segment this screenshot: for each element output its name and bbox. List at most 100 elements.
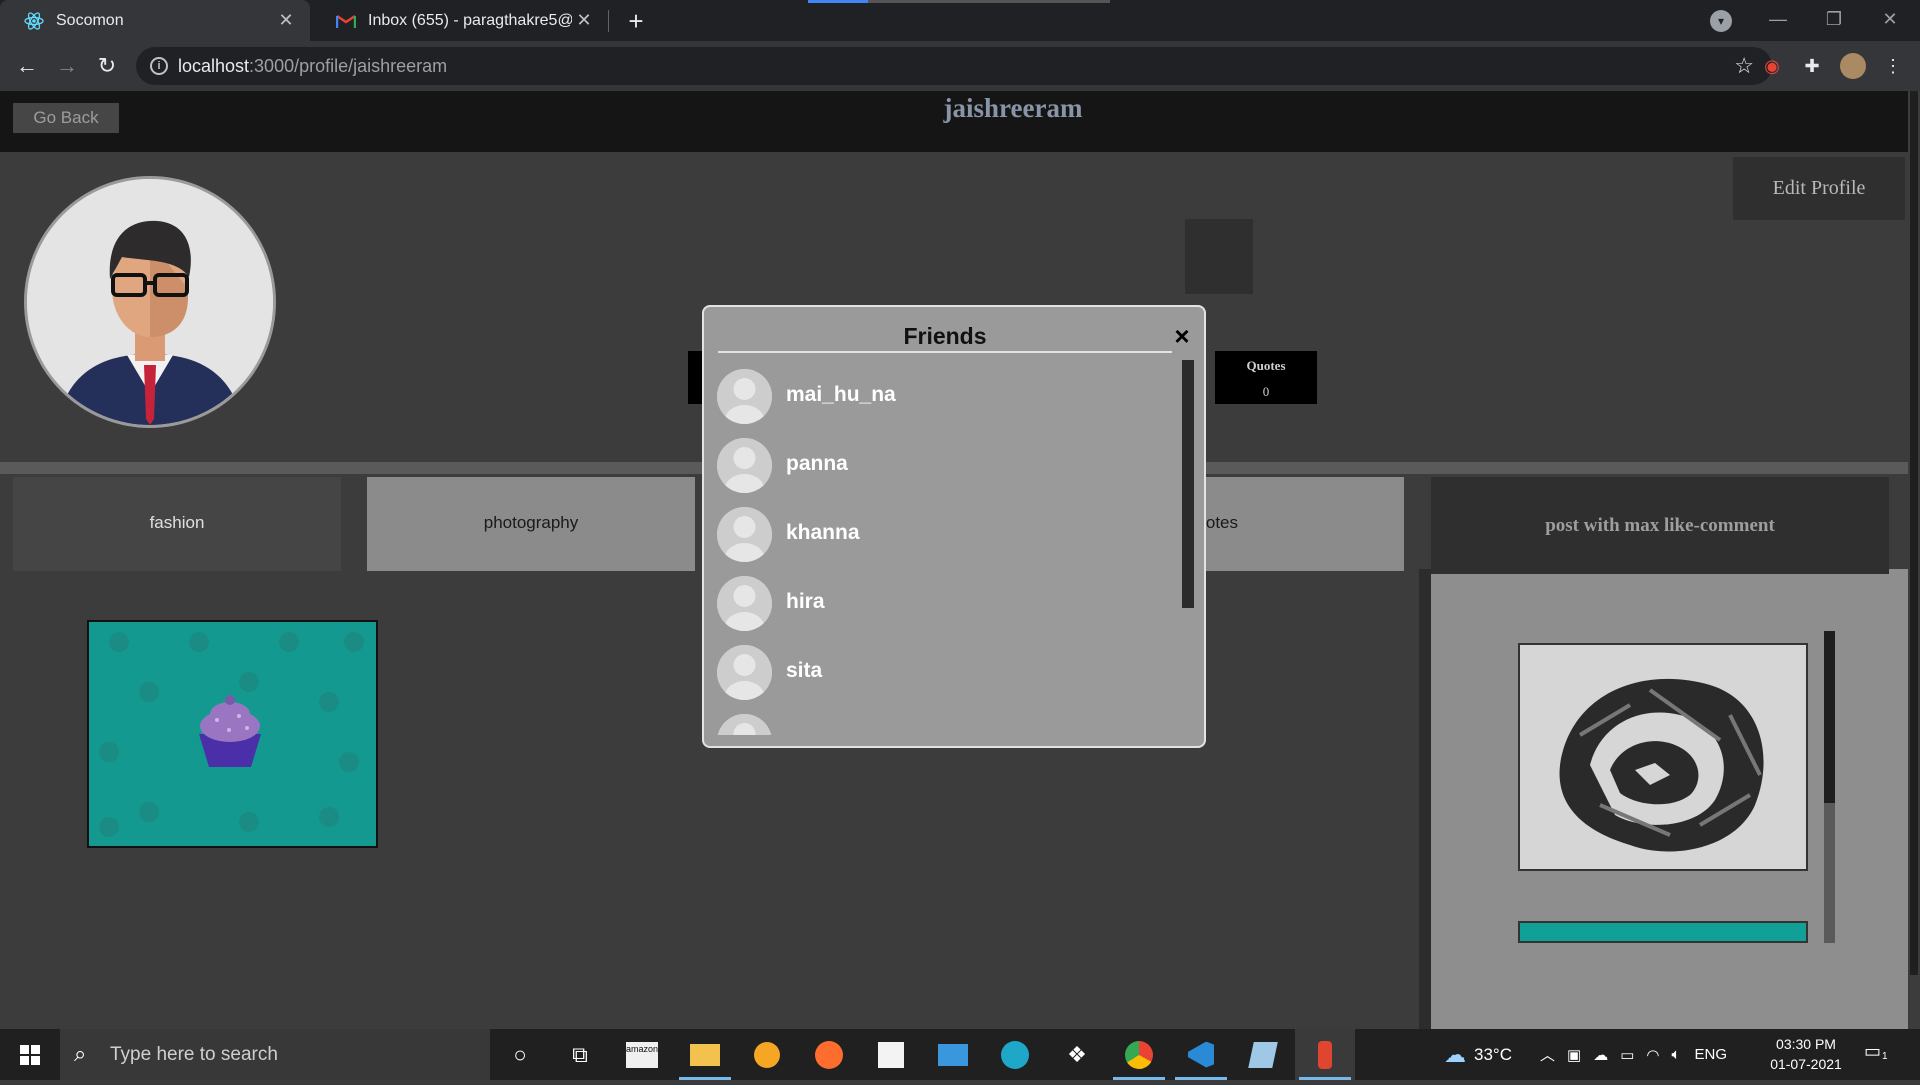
page-header: Go Back <box>0 91 1908 152</box>
close-icon[interactable]: × <box>1171 323 1193 349</box>
restore-icon[interactable]: ❐ <box>1806 0 1862 41</box>
search-placeholder: Type here to search <box>110 1044 278 1065</box>
tab-loading-bar <box>808 0 1110 3</box>
profile-avatar[interactable] <box>1840 53 1866 79</box>
clock-date: 01-07-2021 <box>1770 1056 1842 1072</box>
quotes-stat-value: 0 <box>1262 384 1270 399</box>
amazon-icon[interactable]: amazon <box>612 1029 672 1080</box>
friend-list[interactable]: mai_hu_na panna khanna hira sita <box>716 367 1176 735</box>
menu-kebab-icon[interactable]: ⋮ <box>1880 53 1906 79</box>
minimize-icon[interactable]: — <box>1750 0 1806 41</box>
tab-search-icon[interactable]: ▾ <box>1710 10 1732 32</box>
windows-taskbar: ⌕ Type here to search ○ ⧉ amazon ❖ ☁ 33°… <box>0 1029 1920 1080</box>
onedrive-icon[interactable]: ☁ <box>1593 1046 1608 1064</box>
tab-fashion[interactable]: fashion <box>13 477 341 571</box>
friend-name[interactable]: panna <box>786 452 848 476</box>
browser-toolbar: ← → ↻ i localhost:3000/profile/jaishreer… <box>0 41 1920 91</box>
tab-gmail[interactable]: Inbox (655) - paragthakre5@gm ✕ <box>312 0 608 41</box>
friend-item[interactable] <box>716 712 1176 735</box>
vscode-icon[interactable] <box>1171 1029 1231 1080</box>
tab-socomon[interactable]: Socomon ✕ <box>0 0 310 41</box>
notification-count: 1 <box>1882 1051 1888 1062</box>
post-image-cupcake[interactable] <box>87 620 378 848</box>
friend-avatar <box>717 714 772 735</box>
top-post-image-2[interactable] <box>1518 921 1808 943</box>
react-icon <box>24 11 44 31</box>
file-explorer-icon[interactable] <box>675 1029 735 1080</box>
store-icon[interactable] <box>861 1029 921 1080</box>
friend-avatar <box>717 438 772 493</box>
friend-item[interactable]: sita <box>716 643 1176 701</box>
modal-title: Friends <box>718 323 1172 353</box>
window-close-icon[interactable]: ✕ <box>1862 0 1918 41</box>
volume-icon[interactable]: 🔈︎ <box>1671 1046 1680 1063</box>
tab-separator <box>608 10 609 32</box>
friend-name[interactable]: hira <box>786 590 825 614</box>
screen-record-icon[interactable]: ◉ <box>1759 53 1785 79</box>
go-back-button[interactable]: Go Back <box>13 103 119 133</box>
browser-tabstrip: Socomon ✕ Inbox (655) - paragthakre5@gm … <box>0 0 1920 41</box>
tab-photography[interactable]: photography <box>367 477 695 571</box>
reload-icon[interactable]: ↻ <box>90 49 124 83</box>
top-post-title: post with max like-comment <box>1431 477 1889 574</box>
task-view-icon[interactable]: ⧉ <box>550 1029 610 1080</box>
notes-app-icon[interactable] <box>1233 1029 1293 1080</box>
extensions-puzzle-icon[interactable]: ✚ <box>1799 53 1825 79</box>
device-icon[interactable]: ▣ <box>1567 1046 1581 1064</box>
notification-icon[interactable]: ▭ 1 <box>1864 1041 1892 1067</box>
chevron-up-icon[interactable]: ︿ <box>1540 1044 1555 1065</box>
address-bar[interactable]: i localhost:3000/profile/jaishreeram ☆ <box>136 47 1772 85</box>
taskbar-search-input[interactable]: ⌕ Type here to search <box>60 1029 490 1080</box>
profile-page: Go Back jaishreeram Edit Profile Quotes … <box>0 91 1920 1029</box>
friend-avatar <box>717 507 772 562</box>
gmail-icon <box>336 11 356 31</box>
language-indicator[interactable]: ENG <box>1695 1046 1728 1063</box>
clock-time: 03:30 PM <box>1776 1036 1836 1052</box>
friend-name[interactable]: mai_hu_na <box>786 383 896 407</box>
brave-icon[interactable] <box>737 1029 797 1080</box>
tab-title: Socomon <box>56 11 124 29</box>
weather-temp: 33°C <box>1474 1044 1512 1064</box>
panel-scrollbar[interactable] <box>1824 631 1835 943</box>
back-arrow-icon[interactable]: ← <box>10 49 44 83</box>
new-tab-button[interactable]: + <box>622 4 650 38</box>
friend-item[interactable]: khanna <box>716 505 1176 563</box>
friend-name[interactable]: khanna <box>786 521 860 545</box>
postman-app-icon[interactable] <box>1295 1029 1355 1080</box>
taskbar-clock[interactable]: 03:30 PM 01-07-2021 <box>1760 1034 1852 1074</box>
friend-name[interactable]: sita <box>786 659 822 683</box>
edge-icon[interactable] <box>985 1029 1045 1080</box>
friend-item[interactable]: hira <box>716 574 1176 632</box>
bookmark-star-icon[interactable]: ☆ <box>1734 53 1754 79</box>
forward-arrow-icon[interactable]: → <box>50 49 84 83</box>
friend-avatar <box>717 645 772 700</box>
mail-icon[interactable] <box>923 1029 983 1080</box>
friends-modal: Friends × mai_hu_na panna khanna hira si… <box>702 305 1206 748</box>
page-scrollbar[interactable] <box>1908 91 1920 1029</box>
cortana-icon[interactable]: ○ <box>490 1029 550 1080</box>
profile-avatar-image <box>24 176 276 428</box>
dropbox-icon[interactable]: ❖ <box>1047 1029 1107 1080</box>
wifi-icon[interactable]: ◠ <box>1646 1046 1659 1064</box>
tray-icons[interactable]: ︿ ▣ ☁ ▭ ◠ 🔈︎ ENG <box>1540 1029 1727 1080</box>
friend-avatar <box>717 369 772 424</box>
edit-profile-button[interactable]: Edit Profile <box>1733 157 1905 220</box>
modal-scrollbar[interactable] <box>1182 360 1194 608</box>
quotes-stat[interactable]: Quotes 0 <box>1215 351 1317 404</box>
info-icon[interactable]: i <box>150 57 168 75</box>
firefox-icon[interactable] <box>799 1029 859 1080</box>
panel-edge <box>1419 569 1431 1029</box>
friend-item[interactable]: panna <box>716 436 1176 494</box>
friend-item[interactable]: mai_hu_na <box>716 367 1176 425</box>
windows-start-icon[interactable] <box>0 1029 60 1080</box>
tab-title: Inbox (655) - paragthakre5@gm <box>368 11 572 29</box>
search-icon: ⌕ <box>74 1041 87 1066</box>
chrome-icon[interactable] <box>1109 1029 1169 1080</box>
close-icon[interactable]: ✕ <box>572 10 596 31</box>
quotes-stat-label: Quotes <box>1246 358 1286 373</box>
close-icon[interactable]: ✕ <box>274 10 298 31</box>
top-post-image[interactable] <box>1518 643 1808 871</box>
weather-widget[interactable]: ☁ 33°C <box>1444 1029 1512 1080</box>
battery-icon[interactable]: ▭ <box>1620 1046 1634 1064</box>
stat-box-hidden <box>1185 219 1253 294</box>
